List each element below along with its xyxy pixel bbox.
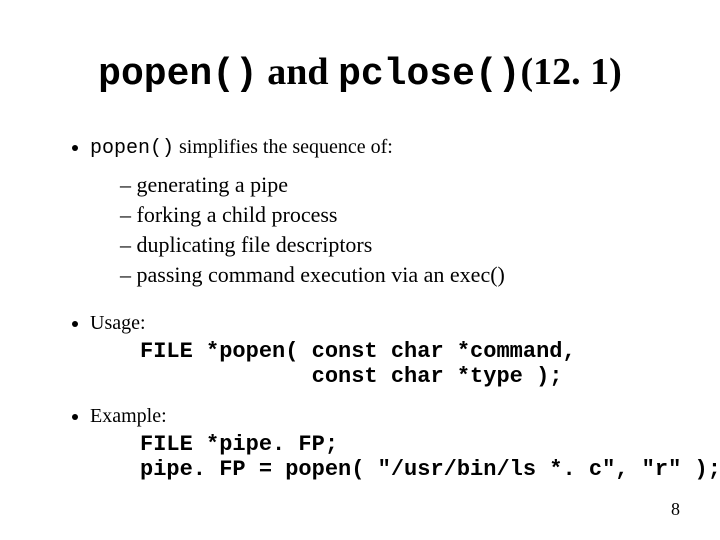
bullet-intro: popen() simplifies the sequence of: gene… [90,136,660,288]
bullet-list: popen() simplifies the sequence of: gene… [60,136,660,482]
slide-title: popen() and pclose()(12. 1) [60,50,660,96]
example-label: Example: [90,405,167,427]
title-ref: (12. 1) [521,51,622,93]
sub-item: forking a child process [120,202,660,228]
sub-item: passing command execution via an exec() [120,262,660,288]
usage-label: Usage: [90,312,146,334]
sub-item: generating a pipe [120,172,660,198]
page-number: 8 [671,499,680,520]
intro-text: simplifies the sequence of: [174,136,393,158]
title-code-pclose: pclose() [338,53,520,96]
title-code-popen: popen() [98,53,258,96]
usage-code: FILE *popen( const char *command, const … [140,339,660,389]
title-and: and [258,51,338,93]
intro-code: popen() [90,137,174,160]
bullet-usage: Usage: FILE *popen( const char *command,… [90,312,660,389]
slide: popen() and pclose()(12. 1) popen() simp… [0,0,720,540]
sub-item: duplicating file descriptors [120,232,660,258]
example-code: FILE *pipe. FP; pipe. FP = popen( "/usr/… [140,432,660,482]
bullet-example: Example: FILE *pipe. FP; pipe. FP = pope… [90,405,660,482]
sub-list: generating a pipe forking a child proces… [90,172,660,288]
